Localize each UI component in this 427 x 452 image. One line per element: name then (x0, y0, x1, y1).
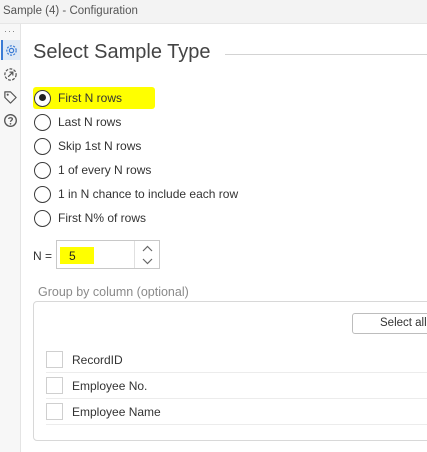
option-label: 1 of every N rows (58, 163, 152, 177)
column-checkbox[interactable] (46, 351, 63, 368)
option-skip-first-n-rows[interactable]: Skip 1st N rows (34, 136, 141, 156)
option-one-of-every-n-rows[interactable]: 1 of every N rows (34, 160, 151, 180)
radio-button[interactable] (34, 161, 51, 179)
heading-divider (225, 54, 427, 55)
more-icon[interactable]: ··· (4, 27, 16, 36)
group-by-label: Group by column (optional) (38, 285, 189, 299)
option-first-n-percent[interactable]: First N% of rows (34, 208, 146, 228)
help-icon (4, 113, 17, 127)
radio-button[interactable] (34, 89, 51, 107)
connection-arrow-icon (4, 67, 17, 81)
window-titlebar: Sample (4) - Configuration (0, 0, 427, 24)
radio-button[interactable] (34, 113, 51, 131)
option-label: 1 in N chance to include each row (58, 187, 239, 201)
option-label: First N rows (58, 91, 122, 105)
column-row-recordid[interactable]: RecordID (46, 347, 427, 373)
chevron-down-icon (142, 258, 152, 265)
column-checkbox[interactable] (46, 403, 63, 420)
column-checkbox[interactable] (46, 377, 63, 394)
connections-tab[interactable] (1, 64, 20, 84)
select-all-button[interactable]: Select all (352, 313, 427, 334)
radio-button[interactable] (34, 209, 51, 227)
decrement-button[interactable] (135, 255, 159, 268)
radio-button[interactable] (34, 185, 51, 203)
option-label: First N% of rows (58, 211, 147, 225)
option-last-n-rows[interactable]: Last N rows (34, 112, 121, 132)
tool-rail: ··· (0, 24, 21, 452)
option-random-one-in-n[interactable]: 1 in N chance to include each row (34, 184, 238, 204)
radio-button[interactable] (34, 137, 51, 155)
configuration-tab[interactable] (1, 40, 20, 60)
help-tab[interactable] (1, 110, 20, 130)
window-title: Sample (4) - Configuration (3, 5, 138, 17)
option-first-n-rows[interactable]: First N rows (34, 88, 122, 108)
column-label: RecordID (72, 352, 123, 367)
increment-button[interactable] (135, 242, 159, 255)
section-heading: Select Sample Type (33, 41, 211, 63)
n-field-label: N = (33, 249, 53, 263)
column-row-employee-name[interactable]: Employee Name (46, 399, 427, 425)
highlight-mark (60, 247, 94, 264)
column-label: Employee No. (72, 378, 148, 393)
annotation-tab[interactable] (1, 87, 20, 107)
tag-icon (4, 90, 17, 104)
gear-icon (6, 44, 17, 56)
chevron-up-icon (142, 245, 152, 252)
column-label: Employee Name (72, 404, 161, 419)
option-label: Skip 1st N rows (58, 139, 142, 153)
n-stepper[interactable]: 5 (56, 240, 160, 269)
column-row-employee-no[interactable]: Employee No. (46, 373, 427, 399)
option-label: Last N rows (58, 115, 122, 129)
n-value-input[interactable]: 5 (69, 249, 76, 263)
